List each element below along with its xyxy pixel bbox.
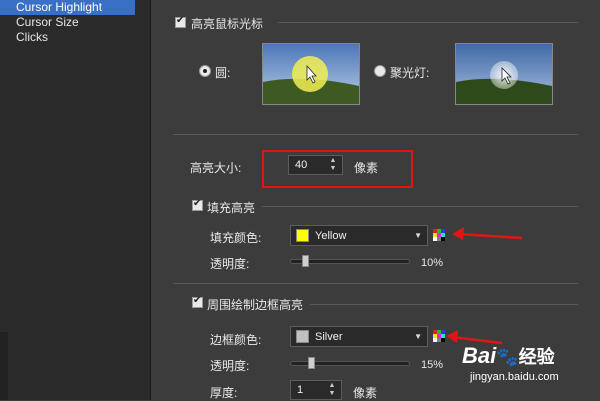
chevron-down-icon: ▼ <box>414 231 422 240</box>
fill-highlight-label: 填充高亮 <box>207 201 256 215</box>
fill-opacity-slider-handle[interactable] <box>302 255 309 267</box>
border-color-select[interactable]: Silver ▼ <box>290 326 428 347</box>
border-highlight-checkbox[interactable] <box>192 295 203 308</box>
border-opacity-value: 15% <box>421 359 444 371</box>
annotation-red-arrow <box>452 227 523 240</box>
section-divider <box>278 22 578 23</box>
fill-opacity-value: 10% <box>421 257 444 269</box>
border-thickness-value: 1 <box>297 384 304 396</box>
spotlight-preview-image[interactable] <box>455 43 553 105</box>
stepper-down-icon[interactable]: ▼ <box>326 390 338 398</box>
section-divider <box>173 134 578 135</box>
paw-icon: 🐾 <box>496 347 519 367</box>
stepper-up-icon[interactable]: ▲ <box>326 382 338 390</box>
shape-circle-label: 圆: <box>215 66 231 80</box>
highlight-size-label: 高亮大小: <box>190 161 242 175</box>
sidebar-scrollbar[interactable] <box>0 332 8 400</box>
section-divider <box>173 283 578 284</box>
border-color-swatch <box>296 330 309 343</box>
border-thickness-stepper[interactable]: ▲ ▼ <box>326 382 338 398</box>
shape-circle-radio[interactable] <box>199 65 211 77</box>
border-thickness-input[interactable]: 1 ▲ ▼ <box>290 380 342 400</box>
border-opacity-slider-handle[interactable] <box>308 357 315 369</box>
fill-highlight-checkbox[interactable] <box>192 198 203 211</box>
section-divider <box>262 206 578 207</box>
highlight-cursor-checkbox[interactable] <box>175 15 186 28</box>
shape-spotlight-label: 聚光灯: <box>390 66 430 80</box>
chevron-down-icon: ▼ <box>414 332 422 341</box>
border-thickness-unit: 像素 <box>353 386 378 400</box>
watermark-brand-suffix: 经验 <box>518 347 555 367</box>
fill-color-label: 填充颜色: <box>210 231 262 245</box>
fill-color-value: Yellow <box>315 230 347 242</box>
border-color-label: 边框颜色: <box>210 333 262 347</box>
highlight-cursor-label: 高亮鼠标光标 <box>191 17 264 31</box>
watermark-brand: Bai🐾经验 <box>462 343 555 369</box>
sidebar-item-cursor-highlight[interactable]: Cursor Highlight <box>0 0 135 15</box>
circle-preview-image[interactable] <box>262 43 360 105</box>
fill-color-select[interactable]: Yellow ▼ <box>290 225 428 246</box>
annotation-red-box <box>262 150 413 188</box>
border-thickness-label: 厚度: <box>210 386 238 400</box>
fill-opacity-label: 透明度: <box>210 257 250 271</box>
fill-color-swatch <box>296 229 309 242</box>
sidebar-item-cursor-size[interactable]: Cursor Size <box>0 15 150 30</box>
watermark-url: jingyan.baidu.com <box>470 371 559 383</box>
border-highlight-label: 周围绘制边框高亮 <box>207 298 304 312</box>
border-opacity-label: 透明度: <box>210 359 250 373</box>
sidebar-item-clicks[interactable]: Clicks <box>0 30 150 45</box>
fill-color-palette-icon[interactable] <box>433 229 445 241</box>
section-divider <box>310 304 578 305</box>
watermark-brand-text: Bai <box>462 343 497 368</box>
border-color-value: Silver <box>315 331 343 343</box>
category-sidebar: Cursor Highlight Cursor Size Clicks <box>0 0 151 400</box>
shape-spotlight-radio[interactable] <box>374 65 386 77</box>
